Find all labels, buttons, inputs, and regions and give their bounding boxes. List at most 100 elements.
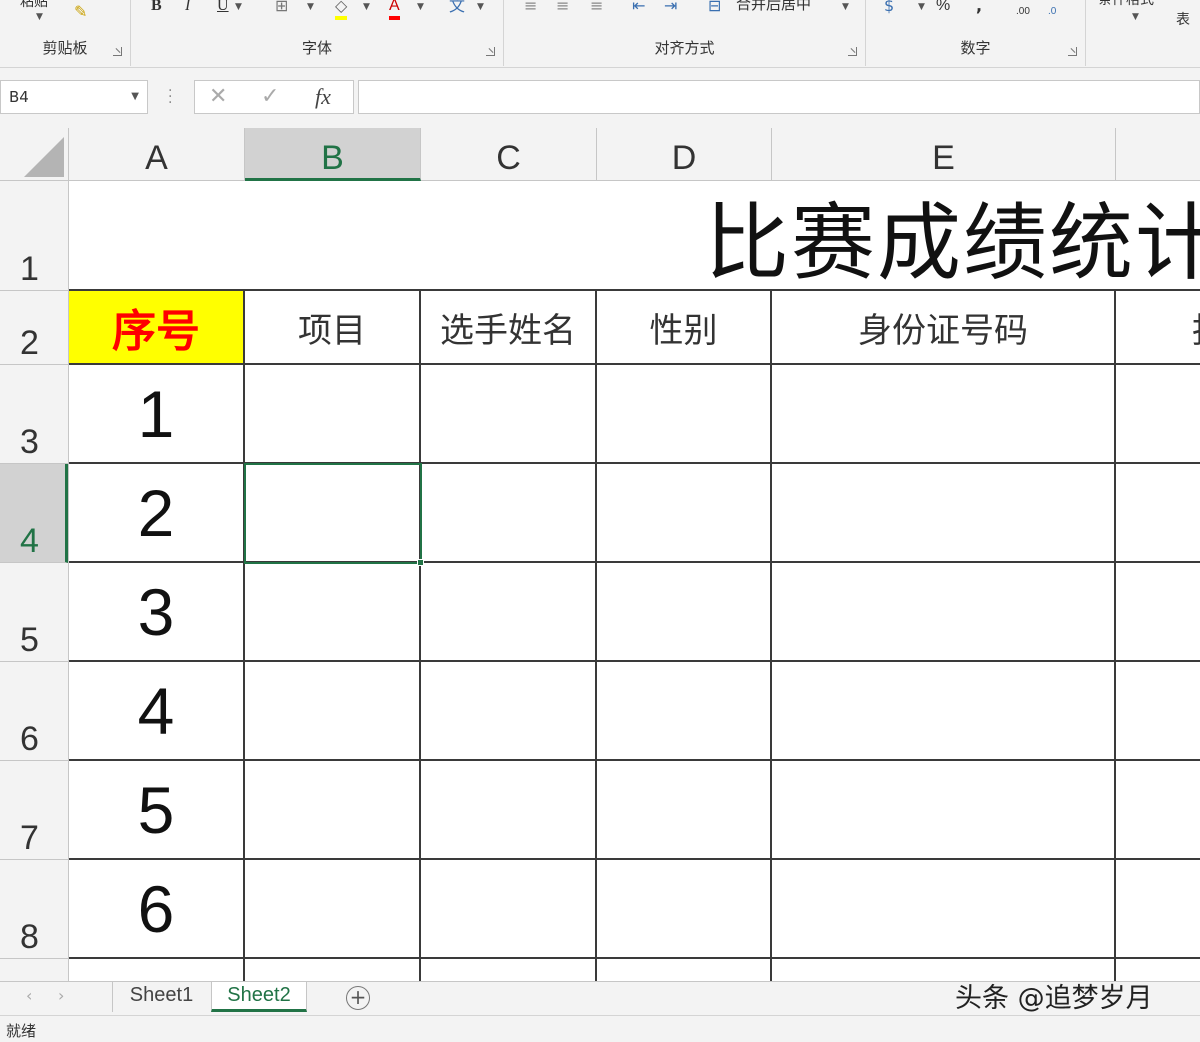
data-cell[interactable] bbox=[772, 464, 1116, 563]
conditional-format-button[interactable]: 条件格式 bbox=[1098, 0, 1154, 10]
data-cell[interactable] bbox=[597, 761, 772, 860]
data-cell[interactable] bbox=[421, 464, 597, 563]
border-icon[interactable]: ⊞ bbox=[275, 0, 288, 16]
fill-handle[interactable] bbox=[417, 559, 424, 566]
add-sheet-icon[interactable]: + bbox=[346, 986, 370, 1010]
active-cell-b4[interactable] bbox=[244, 463, 422, 564]
data-cell[interactable] bbox=[245, 365, 421, 464]
column-header-a[interactable]: A bbox=[69, 128, 245, 181]
data-cell[interactable] bbox=[245, 860, 421, 959]
percent-button[interactable]: % bbox=[936, 0, 950, 16]
font-color-dropdown-icon[interactable]: ▼ bbox=[417, 2, 424, 12]
italic-button[interactable]: I bbox=[185, 0, 190, 16]
paste-button[interactable]: 粘贴 bbox=[20, 0, 48, 12]
seq-cell[interactable]: 5 bbox=[69, 761, 245, 860]
data-cell[interactable] bbox=[421, 563, 597, 662]
row-header-2[interactable]: 2 bbox=[0, 291, 68, 365]
align-center-icon[interactable]: ≡ bbox=[556, 0, 569, 16]
merge-center-button[interactable]: 合并后居中 bbox=[736, 0, 811, 14]
seq-cell[interactable]: 1 bbox=[69, 365, 245, 464]
align-right-icon[interactable]: ≡ bbox=[590, 0, 603, 16]
column-header-c[interactable]: C bbox=[421, 128, 597, 181]
row-header-5[interactable]: 5 bbox=[0, 563, 68, 662]
data-cell[interactable] bbox=[421, 365, 597, 464]
row-header-7[interactable]: 7 bbox=[0, 761, 68, 860]
formula-bar-grip-icon[interactable]: · · · bbox=[168, 84, 172, 110]
underline-dropdown-icon[interactable]: ▼ bbox=[235, 2, 242, 12]
data-cell[interactable] bbox=[772, 563, 1116, 662]
paste-dropdown-icon[interactable]: ▼ bbox=[36, 12, 43, 22]
decrease-decimal-button[interactable]: .0 bbox=[1048, 2, 1056, 22]
data-cell[interactable] bbox=[1116, 860, 1200, 959]
data-cell[interactable] bbox=[597, 860, 772, 959]
seq-cell[interactable]: 2 bbox=[69, 464, 245, 563]
data-cell[interactable] bbox=[772, 365, 1116, 464]
border-dropdown-icon[interactable]: ▼ bbox=[307, 2, 314, 12]
cancel-icon[interactable]: ✕ bbox=[209, 83, 227, 111]
header-cell-player-name[interactable]: 选手姓名 bbox=[421, 291, 597, 365]
header-cell-partial[interactable]: 报 bbox=[1116, 291, 1200, 365]
row-header-1[interactable]: 1 bbox=[0, 181, 68, 291]
data-cell[interactable] bbox=[597, 365, 772, 464]
name-box[interactable]: B4 ▼ bbox=[0, 80, 148, 114]
data-cell[interactable] bbox=[597, 959, 772, 981]
merge-center-icon[interactable]: ⊟ bbox=[708, 0, 721, 16]
column-header-b[interactable]: B bbox=[245, 128, 421, 181]
header-cell-gender[interactable]: 性别 bbox=[597, 291, 772, 365]
data-cell[interactable] bbox=[421, 761, 597, 860]
data-cell[interactable] bbox=[69, 959, 245, 981]
phonetic-dropdown-icon[interactable]: ▼ bbox=[477, 2, 484, 12]
data-cell[interactable] bbox=[245, 563, 421, 662]
comma-button[interactable]: , bbox=[976, 0, 982, 16]
fill-color-dropdown-icon[interactable]: ▼ bbox=[363, 2, 370, 12]
next-sheet-icon[interactable]: › bbox=[58, 986, 64, 1005]
select-all-button[interactable] bbox=[0, 128, 69, 181]
header-cell-id-number[interactable]: 身份证号码 bbox=[772, 291, 1116, 365]
fill-color-icon[interactable]: ◇ bbox=[335, 0, 348, 20]
prev-sheet-icon[interactable]: ‹ bbox=[26, 986, 32, 1005]
alignment-launcher-icon[interactable] bbox=[848, 47, 857, 56]
enter-icon[interactable]: ✓ bbox=[261, 83, 279, 111]
data-cell[interactable] bbox=[1116, 662, 1200, 761]
merge-dropdown-icon[interactable]: ▼ bbox=[842, 2, 849, 12]
accounting-format-icon[interactable]: $ bbox=[884, 0, 894, 16]
data-cell[interactable] bbox=[245, 761, 421, 860]
increase-decimal-button[interactable]: .00 bbox=[1016, 2, 1030, 22]
phonetic-button[interactable]: 文 bbox=[449, 0, 465, 16]
data-cell[interactable] bbox=[772, 860, 1116, 959]
worksheet-grid[interactable]: 比赛成绩统计 序号 项目 选手姓名 性别 身份证号码 报 1 2 3 4 5 6 bbox=[69, 181, 1200, 981]
row-header-9[interactable] bbox=[0, 959, 68, 981]
header-cell-project[interactable]: 项目 bbox=[245, 291, 421, 365]
data-cell[interactable] bbox=[421, 662, 597, 761]
data-cell[interactable] bbox=[772, 761, 1116, 860]
data-cell[interactable] bbox=[597, 464, 772, 563]
data-cell[interactable] bbox=[1116, 761, 1200, 860]
data-cell[interactable] bbox=[597, 563, 772, 662]
clipboard-launcher-icon[interactable] bbox=[113, 47, 122, 56]
data-cell[interactable] bbox=[772, 662, 1116, 761]
data-cell[interactable] bbox=[1116, 959, 1200, 981]
sheet-tab-sheet2[interactable]: Sheet2 bbox=[211, 982, 307, 1012]
data-cell[interactable] bbox=[245, 959, 421, 981]
data-cell[interactable] bbox=[421, 860, 597, 959]
column-header-e[interactable]: E bbox=[772, 128, 1116, 181]
conditional-dropdown-icon[interactable]: ▼ bbox=[1132, 12, 1139, 22]
number-launcher-icon[interactable] bbox=[1068, 47, 1077, 56]
format-painter-icon[interactable]: ✎ bbox=[74, 2, 87, 22]
data-cell[interactable] bbox=[1116, 563, 1200, 662]
increase-indent-icon[interactable]: ⇥ bbox=[664, 0, 677, 16]
seq-cell[interactable]: 6 bbox=[69, 860, 245, 959]
row-header-3[interactable]: 3 bbox=[0, 365, 68, 464]
header-cell-seq[interactable]: 序号 bbox=[69, 291, 245, 365]
row-header-8[interactable]: 8 bbox=[0, 860, 68, 959]
font-launcher-icon[interactable] bbox=[486, 47, 495, 56]
align-left-icon[interactable]: ≡ bbox=[524, 0, 537, 16]
data-cell[interactable] bbox=[1116, 365, 1200, 464]
row-header-4[interactable]: 4 bbox=[0, 464, 68, 563]
data-cell[interactable] bbox=[772, 959, 1116, 981]
data-cell[interactable] bbox=[245, 662, 421, 761]
merged-title-cell[interactable]: 比赛成绩统计 bbox=[69, 181, 1200, 291]
seq-cell[interactable]: 3 bbox=[69, 563, 245, 662]
accounting-dropdown-icon[interactable]: ▼ bbox=[918, 2, 925, 12]
decrease-indent-icon[interactable]: ⇤ bbox=[632, 0, 645, 16]
